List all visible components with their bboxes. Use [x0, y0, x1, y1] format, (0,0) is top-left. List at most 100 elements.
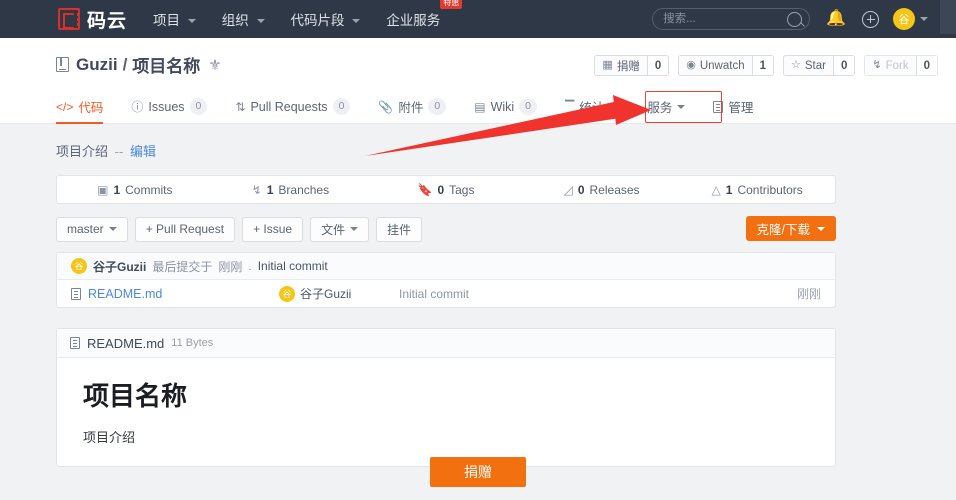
watch-button-label: ◉ Unwatch — [679, 56, 752, 75]
new-pull-request-button[interactable]: + Pull Request — [134, 216, 236, 242]
readme-heading: 项目名称 — [83, 381, 188, 411]
clone-download-label: 克隆/下载 — [756, 223, 810, 237]
tab-issues[interactable]: ⓘ Issues 0 — [117, 89, 221, 124]
stat-contributors[interactable]: △ 1 Contributors — [679, 183, 835, 197]
fork-button[interactable]: ↯ Fork 0 — [864, 55, 938, 76]
star-icon: ☆ — [791, 59, 801, 71]
repo-name[interactable]: 项目名称 — [132, 52, 200, 77]
repo-owner[interactable]: Guzii — [76, 55, 118, 75]
tab-attachments[interactable]: 📎 附件 0 — [364, 89, 460, 124]
tab-code[interactable]: </> 代码 — [56, 89, 117, 124]
code-icon: </> — [56, 99, 74, 114]
tab-manage[interactable]: 管理 — [699, 89, 767, 124]
readme-filesize: 11 Bytes — [171, 337, 214, 349]
file-name-link[interactable]: README.md — [71, 287, 279, 301]
stat-releases-label: Releases — [589, 182, 640, 197]
chevron-down-icon[interactable] — [920, 17, 928, 21]
repo-separator: / — [122, 54, 128, 74]
widget-button[interactable]: 挂件 — [376, 216, 423, 242]
gitee-logo-icon[interactable] — [58, 8, 80, 30]
brand-name[interactable]: 码云 — [87, 6, 127, 33]
search-icon — [787, 11, 803, 27]
file-commit-time: 刚刚 — [796, 287, 821, 301]
avatar[interactable]: 谷 — [279, 285, 295, 302]
watch-button[interactable]: ◉ Unwatch 1 — [678, 55, 774, 76]
book-open-icon: ▤ — [474, 99, 486, 114]
tab-pull-requests[interactable]: ⇅ Pull Requests 0 — [221, 89, 364, 124]
latest-commit-author[interactable]: 谷子Guzii — [93, 258, 146, 275]
gitee-repository-page: 码云 项目 组织 代码片段 企业服务 特惠 🔔 — [0, 0, 956, 500]
donate-cta-button[interactable]: 捐赠 — [430, 457, 526, 487]
file-author-name[interactable]: 谷子Guzii — [300, 285, 351, 302]
star-count: 0 — [832, 56, 855, 75]
latest-commit-time: 刚刚 — [218, 259, 243, 274]
readme-header: README.md 11 Bytes — [57, 329, 835, 358]
chevron-down-icon — [108, 227, 117, 231]
tab-services-label: 服务 — [647, 101, 673, 115]
star-button[interactable]: ☆ Star 0 — [783, 55, 856, 76]
nav-item-projects[interactable]: 项目 — [153, 9, 196, 29]
fork-text: Fork — [885, 59, 909, 72]
new-issue-button[interactable]: + Issue — [242, 216, 304, 242]
tab-statistics[interactable]: ▔ 统计 — [551, 89, 618, 124]
stat-releases[interactable]: ◿ 0 Releases — [524, 183, 680, 197]
tab-pull-requests-count: 0 — [332, 98, 351, 115]
settings-doc-icon — [713, 100, 724, 113]
nav-item-organizations[interactable]: 组织 — [222, 9, 265, 29]
stat-releases-value: 0 — [577, 182, 585, 197]
donate-button[interactable]: ▦ 捐赠 0 — [594, 55, 670, 76]
stat-tags-value: 0 — [437, 182, 445, 197]
file-author: 谷 谷子Guzii — [279, 285, 399, 302]
plus-icon[interactable] — [862, 10, 879, 28]
avatar[interactable]: 谷 — [71, 258, 87, 274]
repository-toolbar: master + Pull Request + Issue 文件 挂件 克隆/下… — [56, 216, 836, 242]
watch-count: 1 — [751, 56, 773, 75]
nav-item-enterprise[interactable]: 企业服务 特惠 — [386, 0, 463, 29]
project-intro-dash: -- — [114, 144, 124, 159]
stat-tags[interactable]: 🔖 0 Tags — [368, 183, 524, 197]
tab-wiki-count: 0 — [519, 98, 538, 115]
avatar[interactable]: 谷 — [893, 8, 915, 30]
file-commit-message[interactable]: Initial commit — [399, 287, 797, 301]
file-browser: 谷 谷子Guzii 最后提交于 刚刚 . Initial commit READ… — [56, 252, 836, 308]
file-name-text: README.md — [88, 286, 163, 301]
clone-download-button[interactable]: 克隆/下载 — [745, 216, 836, 241]
tab-code-label: 代码 — [78, 101, 104, 115]
readme-content: 项目名称 项目介绍 — [57, 358, 835, 466]
award-badge-icon: ⚜ — [208, 56, 222, 74]
search-input[interactable] — [661, 12, 788, 26]
tab-list: </> 代码 ⓘ Issues 0 ⇅ Pull Requests 0 📎 附件… — [56, 89, 767, 124]
commit-icon: ▣ — [97, 182, 109, 197]
project-intro-edit-link[interactable]: 编辑 — [130, 144, 156, 159]
stat-branches[interactable]: ↯ 1 Branches — [213, 183, 369, 197]
branch-icon: ↯ — [251, 182, 262, 197]
stat-commits[interactable]: ▣ 1 Commits — [57, 183, 213, 197]
bell-icon[interactable]: 🔔 — [826, 11, 846, 27]
page-title: Guzii / 项目名称 ⚜ — [56, 52, 222, 77]
chevron-down-icon — [187, 19, 196, 24]
nav-item-snippets-label: 代码片段 — [290, 13, 345, 28]
files-dropdown[interactable]: 文件 — [310, 216, 370, 242]
table-row: README.md 谷 谷子Guzii Initial commit 刚刚 — [57, 280, 835, 307]
tab-issues-count: 0 — [189, 98, 208, 115]
repository-tabbar: </> 代码 ⓘ Issues 0 ⇅ Pull Requests 0 📎 附件… — [0, 89, 956, 124]
tab-pull-requests-label: Pull Requests — [250, 99, 328, 114]
tab-services[interactable]: ∿ 服务 — [618, 89, 699, 124]
nav-item-snippets[interactable]: 代码片段 — [291, 9, 361, 29]
repository-stats-bar: ▣ 1 Commits ↯ 1 Branches 🔖 0 Tags ◿ 0 Re… — [56, 175, 836, 204]
search-box[interactable] — [652, 8, 811, 30]
latest-commit-message[interactable]: Initial commit — [258, 259, 328, 273]
fork-icon: ↯ — [872, 59, 882, 71]
file-icon — [70, 337, 80, 349]
watch-text: Unwatch — [699, 59, 745, 72]
branch-selector[interactable]: master — [56, 216, 128, 242]
latest-commit-meta-prefix: 最后提交于 — [152, 259, 213, 274]
issue-circle-icon: ⓘ — [131, 99, 144, 114]
promo-badge: 特惠 — [440, 0, 463, 9]
latest-commit-row: 谷 谷子Guzii 最后提交于 刚刚 . Initial commit — [57, 253, 835, 280]
files-dropdown-label: 文件 — [321, 222, 346, 237]
stat-contributors-value: 1 — [725, 182, 733, 197]
scrollbar-thumb[interactable] — [940, 0, 956, 34]
tab-wiki[interactable]: ▤ Wiki 0 — [460, 89, 551, 124]
tag-icon: 🔖 — [417, 182, 433, 197]
